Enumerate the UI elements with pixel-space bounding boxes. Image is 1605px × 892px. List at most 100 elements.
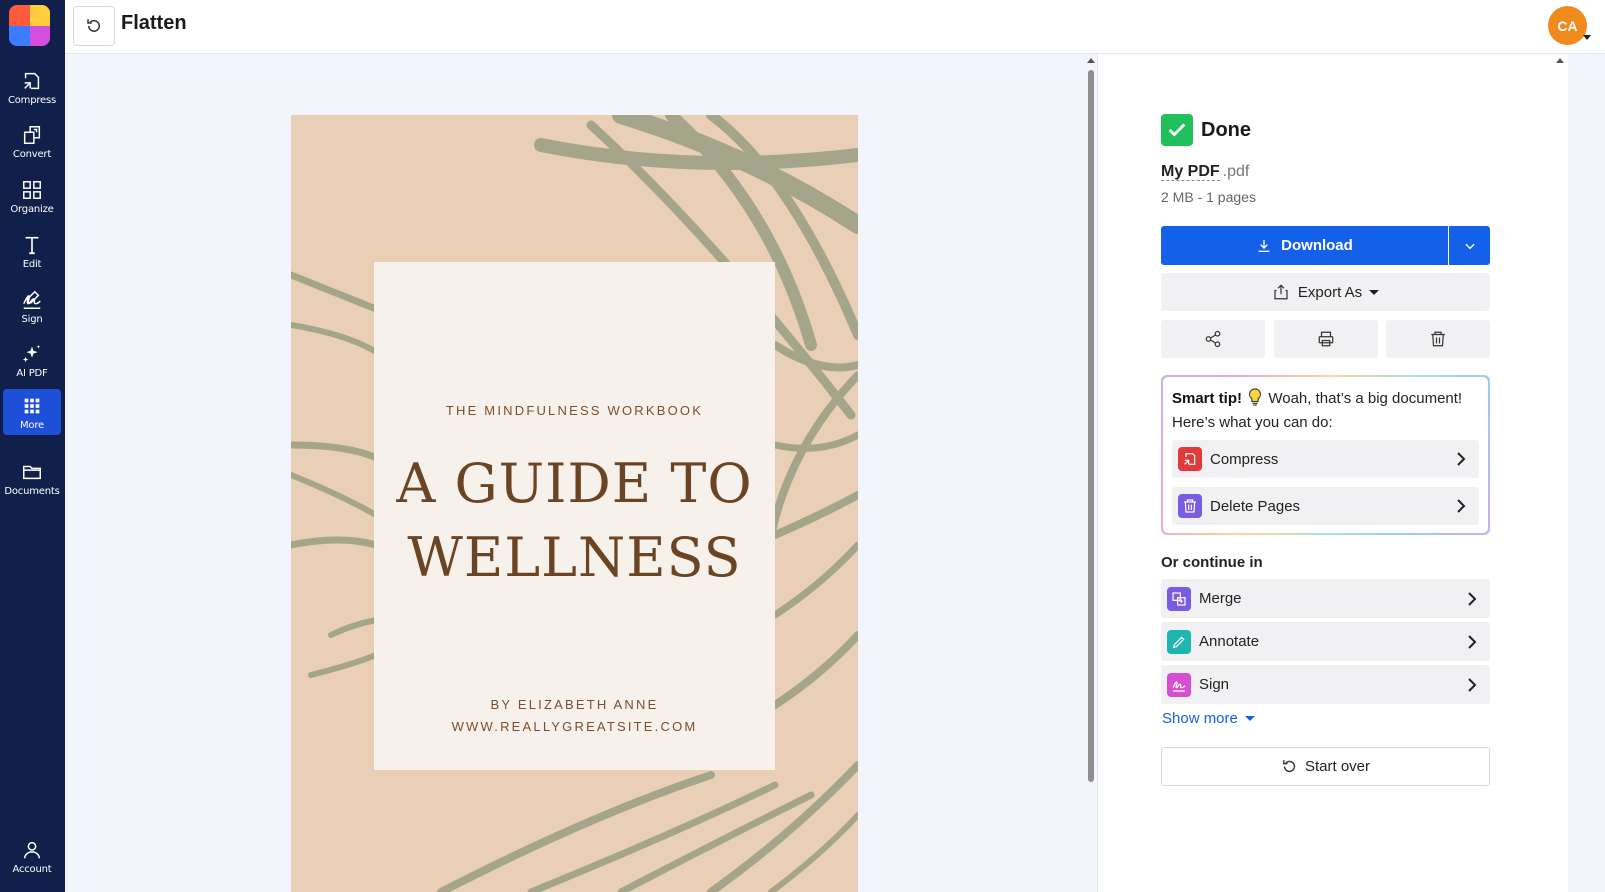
chevron-down-icon [1464,243,1475,249]
sidebar-item-label: More [20,420,44,431]
sidebar-item-sign[interactable]: Sign [3,283,61,331]
show-more-link[interactable]: Show more [1162,710,1255,727]
merge-icon [1167,586,1191,611]
continue-item-sign[interactable]: Sign [1161,665,1490,704]
chevron-down-icon [1583,35,1591,40]
printer-icon [1318,331,1334,347]
download-button[interactable]: Download [1161,226,1448,265]
cover-subtitle: THE MINDFULNESS WORKBOOK [445,403,704,418]
grid-icon [24,398,40,414]
sidebar-item-label: Edit [22,259,42,270]
sign-icon [23,290,41,309]
export-as-label: Export As [1297,283,1363,301]
edit-text-icon [25,236,39,255]
sidebar-item-edit[interactable]: Edit [3,228,61,276]
continue-item-annotate[interactable]: Annotate [1161,622,1490,661]
trash-icon [1431,331,1445,347]
show-more-label: Show more [1162,710,1238,727]
sparkle-icon [22,344,41,363]
sidebar-item-account[interactable]: Account [3,833,61,881]
sidebar-item-label: Sign [21,314,43,325]
smart-tip-title: Smart tip! [1172,390,1243,407]
user-icon [23,841,41,859]
sidebar: Compress Convert Organize Edit Sign AI P… [0,0,65,892]
preview-scrollbar[interactable] [1085,54,1097,892]
cover-author: BY ELIZABETH ANNE [490,697,659,712]
checkmark-icon [1161,114,1193,146]
cover-title-line: WELLNESS [407,526,742,589]
cover-byline: BY ELIZABETH ANNE WWW.REALLYGREATSITE.CO… [374,694,775,738]
file-name-text[interactable]: My PDF [1161,163,1220,181]
sidebar-item-ai-pdf[interactable]: AI PDF [3,337,61,385]
cover-website: WWW.REALLYGREATSITE.COM [451,719,698,734]
share-icon [1205,330,1221,348]
chevron-right-icon [1457,452,1466,466]
sidebar-item-more[interactable]: More [3,389,61,435]
sidebar-item-label: Convert [12,149,52,160]
chevron-right-icon [1468,634,1477,649]
folder-icon [23,465,41,480]
scroll-up-icon[interactable] [1087,58,1095,63]
compress-icon [24,72,40,90]
document-preview: THE MINDFULNESS WORKBOOK A GUIDE TO WELL… [65,54,1085,892]
sidebar-item-convert[interactable]: Convert [3,118,61,166]
tip-action-compress[interactable]: Compress [1172,440,1479,478]
cover-title-line: A GUIDE TO [396,452,753,515]
export-as-button[interactable]: Export As [1161,273,1490,311]
panel-scrollbar[interactable] [1553,54,1568,892]
download-icon [1258,239,1270,252]
scroll-up-icon[interactable] [1556,58,1564,63]
scrollbar-thumb[interactable] [1088,70,1094,782]
sidebar-item-compress[interactable]: Compress [3,64,61,112]
smart-tip-box: Smart tip! Woah, that’s a big document! … [1161,375,1490,535]
file-meta: 2 MB - 1 pages [1161,189,1256,205]
tip-action-delete-pages[interactable]: Delete Pages [1172,487,1479,525]
sidebar-item-label: Organize [10,204,54,215]
chevron-right-icon [1468,591,1477,606]
download-options-button[interactable] [1449,226,1490,265]
caret-down-icon [1244,716,1255,721]
download-label: Download [1281,237,1353,254]
sidebar-item-organize[interactable]: Organize [3,173,61,221]
share-upload-icon [1274,284,1288,300]
sidebar-item-documents[interactable]: Documents [3,455,61,503]
continue-item-label: Merge [1199,590,1242,607]
sidebar-item-label: Compress [7,95,57,106]
sidebar-item-label: Documents [4,486,60,497]
organize-icon [23,181,41,199]
cover-title: A GUIDE TO WELLNESS [374,447,775,595]
tip-action-label: Delete Pages [1210,497,1301,515]
avatar[interactable]: CA [1548,6,1587,45]
sidebar-item-label: AI PDF [16,368,48,379]
tip-action-label: Compress [1210,450,1279,468]
continue-item-label: Annotate [1199,633,1260,650]
page-title: Flatten [121,12,187,34]
chevron-right-icon [1468,677,1477,692]
share-button[interactable] [1161,320,1265,358]
start-over-button[interactable]: Start over [1161,747,1490,786]
continue-item-label: Sign [1199,676,1230,693]
continue-item-merge[interactable]: Merge [1161,579,1490,618]
result-panel: Done My PDF .pdf 2 MB - 1 pages Download … [1097,54,1554,892]
pdf-page: THE MINDFULNESS WORKBOOK A GUIDE TO WELL… [291,115,858,892]
lightbulb-icon [1249,388,1262,406]
compress-icon [1178,447,1202,471]
app-logo[interactable] [9,5,50,46]
file-name[interactable]: My PDF .pdf [1161,163,1249,181]
chevron-right-icon [1457,499,1466,513]
cover-card: THE MINDFULNESS WORKBOOK A GUIDE TO WELL… [374,262,775,770]
trash-icon [1178,494,1202,518]
sidebar-item-label: Account [12,864,52,875]
delete-button[interactable] [1386,320,1490,358]
undo-icon [87,19,100,32]
continue-heading: Or continue in [1161,554,1263,571]
caret-down-icon [1369,289,1380,295]
undo-button[interactable] [73,6,115,46]
status-row: Done [1161,114,1251,146]
status-label: Done [1201,118,1251,141]
start-over-label: Start over [1304,758,1371,775]
top-bar: Flatten CA [65,0,1605,54]
smart-tip-text: Smart tip! Woah, that’s a big document! … [1172,387,1472,435]
print-button[interactable] [1274,320,1378,358]
file-extension: .pdf [1222,163,1250,180]
